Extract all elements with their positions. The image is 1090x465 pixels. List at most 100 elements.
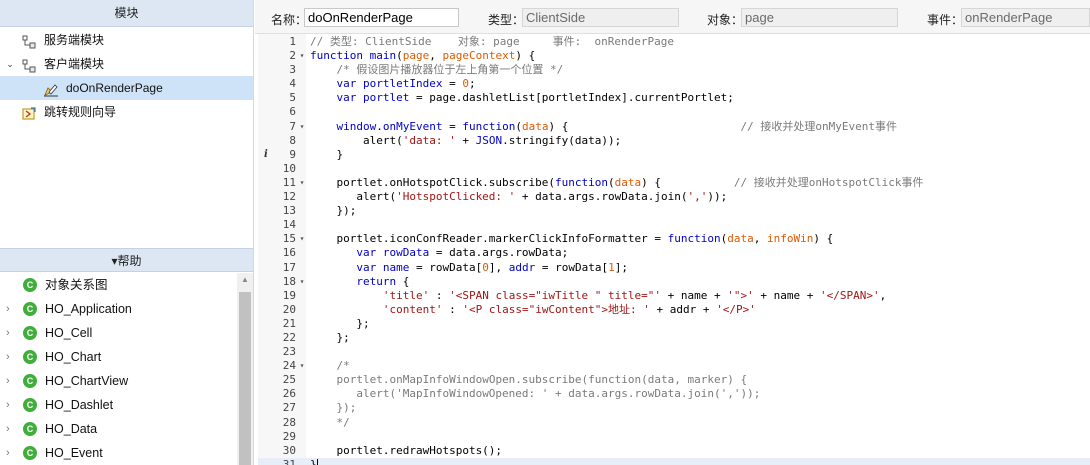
code-line[interactable]: 4 var portletIndex = 0;: [258, 77, 1090, 91]
code-text[interactable]: var portlet = page.dashletList[portletIn…: [310, 91, 734, 105]
code-line[interactable]: 30 portlet.redrawHotspots();: [258, 444, 1090, 458]
code-text[interactable]: portlet.onHotspotClick.subscribe(functio…: [310, 176, 923, 190]
expand-arrow-icon[interactable]: ›: [6, 297, 10, 321]
code-text[interactable]: alert('data: ' + JSON.stringify(data));: [310, 134, 621, 148]
code-text[interactable]: window.onMyEvent = function(data) { // 接…: [310, 120, 898, 134]
code-line[interactable]: 29: [258, 430, 1090, 444]
code-editor[interactable]: 1 // 类型: ClientSide 对象: page 事件: onRender…: [258, 34, 1090, 465]
expand-arrow-icon[interactable]: ›: [6, 321, 10, 345]
code-text[interactable]: };: [310, 331, 349, 345]
scroll-thumb[interactable]: [239, 292, 251, 465]
expand-arrow-icon[interactable]: ›: [6, 345, 10, 369]
modules-header[interactable]: 模块: [0, 0, 253, 27]
line-number: 31: [282, 457, 296, 465]
expand-arrow-icon[interactable]: ›: [6, 441, 10, 465]
help-item[interactable]: › C HO_Cell: [0, 321, 237, 345]
line-number: 1: [289, 35, 296, 48]
code-line[interactable]: i9 }: [258, 148, 1090, 162]
code-line[interactable]: 26 alert('MapInfoWindowOpened: ' + data.…: [258, 387, 1090, 401]
code-line[interactable]: 31}: [258, 457, 1090, 465]
code-line[interactable]: 27 });: [258, 401, 1090, 415]
object-input[interactable]: [741, 8, 898, 27]
help-item[interactable]: › C HO_ChartView: [0, 369, 237, 393]
code-text[interactable]: }: [310, 458, 318, 465]
code-text[interactable]: portlet.iconConfReader.markerClickInfoFo…: [310, 232, 833, 246]
code-line[interactable]: 7 ▾ window.onMyEvent = function(data) { /…: [258, 120, 1090, 134]
code-line[interactable]: 16 var rowData = data.args.rowData;: [258, 246, 1090, 260]
type-input[interactable]: [522, 8, 679, 27]
class-c-icon: C: [23, 326, 37, 340]
code-text[interactable]: return {: [310, 275, 409, 289]
code-line[interactable]: 24 ▾ /*: [258, 359, 1090, 373]
fold-toggle-icon[interactable]: ▾: [297, 120, 307, 134]
name-input[interactable]: [304, 8, 459, 27]
code-line[interactable]: 13 });: [258, 204, 1090, 218]
code-line[interactable]: 25 portlet.onMapInfoWindowOpen.subscribe…: [258, 373, 1090, 387]
code-text[interactable]: alert('HotspotClicked: ' + data.args.row…: [310, 190, 727, 204]
fold-toggle-icon[interactable]: ▾: [297, 232, 307, 246]
code-text[interactable]: });: [310, 401, 357, 415]
help-item[interactable]: › C HO_Data: [0, 417, 237, 441]
code-text[interactable]: // 类型: ClientSide 对象: page 事件: onRenderP…: [310, 35, 674, 49]
code-text[interactable]: portlet.onMapInfoWindowOpen.subscribe(fu…: [310, 373, 748, 387]
expand-arrow-icon[interactable]: ›: [6, 417, 10, 441]
help-item[interactable]: C 对象关系图: [0, 273, 237, 297]
help-item[interactable]: › C HO_Application: [0, 297, 237, 321]
code-line[interactable]: 14: [258, 218, 1090, 232]
help-item[interactable]: › C HO_Dashlet: [0, 393, 237, 417]
code-line[interactable]: 21 };: [258, 317, 1090, 331]
code-line[interactable]: 10: [258, 162, 1090, 176]
scroll-up-arrow-icon[interactable]: ▲: [241, 275, 249, 284]
line-number: 11: [282, 175, 296, 189]
code-line[interactable]: 11 ▾ portlet.onHotspotClick.subscribe(fun…: [258, 176, 1090, 190]
code-text[interactable]: alert('MapInfoWindowOpened: ' + data.arg…: [310, 387, 760, 401]
code-line[interactable]: 28 */: [258, 416, 1090, 430]
tree-expand-arrow-icon[interactable]: ⌄: [4, 52, 16, 76]
help-item[interactable]: › C HO_Chart: [0, 345, 237, 369]
help-scrollbar[interactable]: ▲: [237, 273, 253, 465]
code-text[interactable]: }: [310, 148, 343, 162]
code-text[interactable]: portlet.redrawHotspots();: [310, 444, 502, 458]
tree-item[interactable]: 跳转规则向导: [0, 100, 253, 124]
code-line[interactable]: 2 ▾ function main(page, pageContext) {: [258, 49, 1090, 63]
code-line[interactable]: 20 'content' : '<P class="iwContent">地址:…: [258, 303, 1090, 317]
line-number: 16: [282, 246, 296, 260]
line-number: 20: [282, 302, 296, 316]
code-line[interactable]: 19 'title' : '<SPAN class="iwTitle " tit…: [258, 289, 1090, 303]
code-text[interactable]: var rowData = data.args.rowData;: [310, 246, 568, 260]
code-text[interactable]: function main(page, pageContext) {: [310, 49, 535, 63]
event-input[interactable]: [961, 8, 1090, 27]
tree-item[interactable]: doOnRenderPage: [0, 76, 253, 100]
expand-arrow-icon[interactable]: ›: [6, 393, 10, 417]
code-line[interactable]: 18 ▾ return {: [258, 275, 1090, 289]
code-line[interactable]: 22 };: [258, 331, 1090, 345]
code-lines[interactable]: 1 // 类型: ClientSide 对象: page 事件: onRender…: [258, 35, 1090, 465]
code-line[interactable]: 1 // 类型: ClientSide 对象: page 事件: onRender…: [258, 35, 1090, 49]
code-text[interactable]: });: [310, 204, 356, 218]
help-item[interactable]: › C HO_Event: [0, 441, 237, 465]
code-text[interactable]: 'title' : '<SPAN class="iwTitle " title=…: [310, 289, 886, 303]
code-line[interactable]: 8 alert('data: ' + JSON.stringify(data))…: [258, 134, 1090, 148]
code-text[interactable]: */: [310, 416, 350, 430]
fold-toggle-icon[interactable]: ▾: [297, 275, 307, 289]
code-line[interactable]: 3 /* 假设图片播放器位于左上角第一个位置 */: [258, 63, 1090, 77]
help-header[interactable]: ▾帮助: [0, 248, 253, 272]
tree-item[interactable]: 服务端模块: [0, 28, 253, 52]
code-text[interactable]: /*: [310, 359, 350, 373]
code-line[interactable]: 17 var name = rowData[0], addr = rowData…: [258, 261, 1090, 275]
code-text[interactable]: var portletIndex = 0;: [310, 77, 476, 91]
code-text[interactable]: var name = rowData[0], addr = rowData[1]…: [310, 261, 628, 275]
tree-item[interactable]: ⌄ 客户端模块: [0, 52, 253, 76]
code-line[interactable]: 15 ▾ portlet.iconConfReader.markerClickIn…: [258, 232, 1090, 246]
fold-toggle-icon[interactable]: ▾: [297, 176, 307, 190]
expand-arrow-icon[interactable]: ›: [6, 369, 10, 393]
code-text[interactable]: 'content' : '<P class="iwContent">地址: ' …: [310, 303, 756, 317]
code-line[interactable]: 5 var portlet = page.dashletList[portlet…: [258, 91, 1090, 105]
code-text[interactable]: /* 假设图片播放器位于左上角第一个位置 */: [310, 63, 564, 77]
code-line[interactable]: 23: [258, 345, 1090, 359]
fold-toggle-icon[interactable]: ▾: [297, 359, 307, 373]
code-line[interactable]: 6: [258, 105, 1090, 119]
fold-toggle-icon[interactable]: ▾: [297, 49, 307, 63]
code-text[interactable]: };: [310, 317, 369, 331]
code-line[interactable]: 12 alert('HotspotClicked: ' + data.args.…: [258, 190, 1090, 204]
